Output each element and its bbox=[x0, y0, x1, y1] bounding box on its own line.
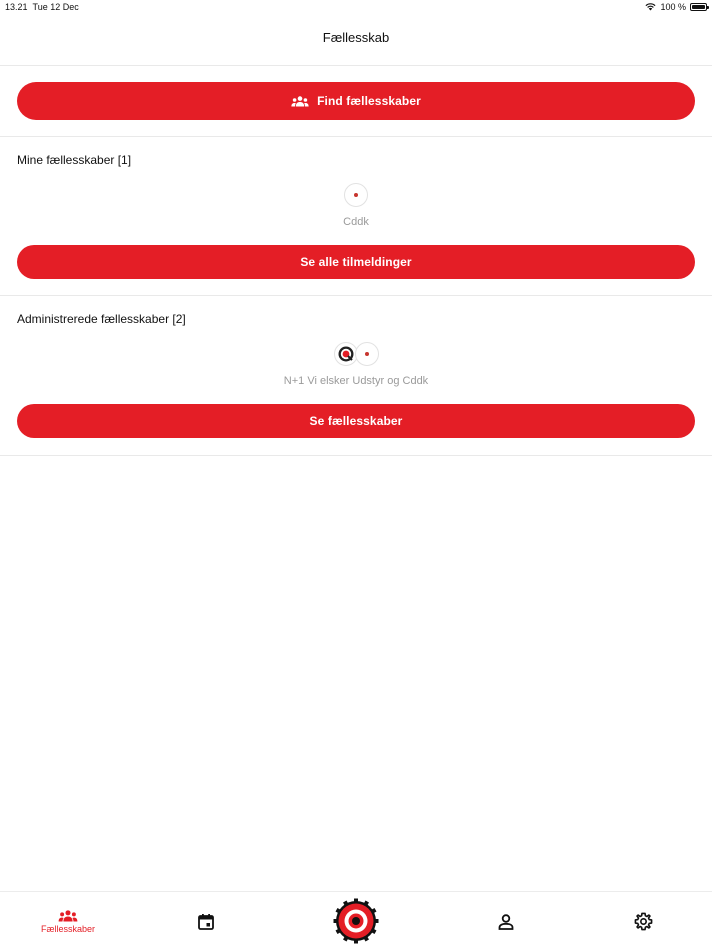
tab-bar: Fællesskaber bbox=[0, 891, 712, 950]
community-avatar-cddk[interactable] bbox=[344, 183, 368, 207]
header-divider bbox=[0, 65, 712, 66]
my-communities-names: Cddk bbox=[343, 216, 369, 228]
community-avatar-cddk-admin[interactable] bbox=[355, 342, 379, 366]
status-time-date: 13.21 Tue 12 Dec bbox=[5, 2, 79, 12]
see-all-registrations-label: Se alle tilmeldinger bbox=[300, 255, 412, 269]
my-communities-title: Mine fællesskaber [1] bbox=[17, 153, 132, 167]
page-title: Fællesskab bbox=[322, 30, 390, 45]
group-icon bbox=[58, 909, 78, 921]
find-communities-label: Find fællesskaber bbox=[317, 94, 421, 108]
cddk-logo-icon bbox=[354, 193, 358, 197]
see-all-registrations-button[interactable]: Se alle tilmeldinger bbox=[17, 245, 695, 279]
see-communities-label: Se fællesskaber bbox=[309, 414, 403, 428]
status-time: 13.21 bbox=[5, 2, 28, 12]
chainring-logo-icon bbox=[333, 898, 379, 943]
status-bar: 13.21 Tue 12 Dec 100 % bbox=[0, 0, 712, 16]
tab-calendar[interactable] bbox=[190, 892, 222, 950]
tab-settings[interactable] bbox=[627, 892, 659, 950]
wifi-icon bbox=[645, 3, 656, 11]
cddk-logo-icon bbox=[365, 352, 369, 356]
section-divider-2 bbox=[0, 295, 712, 296]
admin-communities-names: N+1 Vi elsker Udstyr og Cddk bbox=[283, 375, 429, 387]
calendar-icon bbox=[198, 913, 214, 930]
find-communities-button[interactable]: Find fællesskaber bbox=[17, 82, 695, 120]
section-divider-1 bbox=[0, 136, 712, 137]
status-indicators: 100 % bbox=[645, 2, 709, 12]
profile-icon bbox=[498, 913, 514, 930]
tab-communities-label: Fællesskaber bbox=[40, 923, 96, 934]
tab-profile[interactable] bbox=[490, 892, 522, 950]
battery-percent: 100 % bbox=[660, 2, 686, 12]
section-divider-3 bbox=[0, 455, 712, 456]
n1-logo-icon bbox=[338, 346, 354, 362]
status-date: Tue 12 Dec bbox=[32, 2, 79, 12]
admin-communities-title: Administrerede fællesskaber [2] bbox=[17, 312, 186, 326]
group-icon bbox=[291, 95, 309, 106]
tab-home-logo[interactable] bbox=[331, 891, 381, 950]
battery-icon bbox=[690, 3, 709, 11]
see-communities-button[interactable]: Se fællesskaber bbox=[17, 404, 695, 438]
gear-icon bbox=[634, 912, 652, 931]
tab-communities[interactable]: Fællesskaber bbox=[38, 892, 98, 950]
